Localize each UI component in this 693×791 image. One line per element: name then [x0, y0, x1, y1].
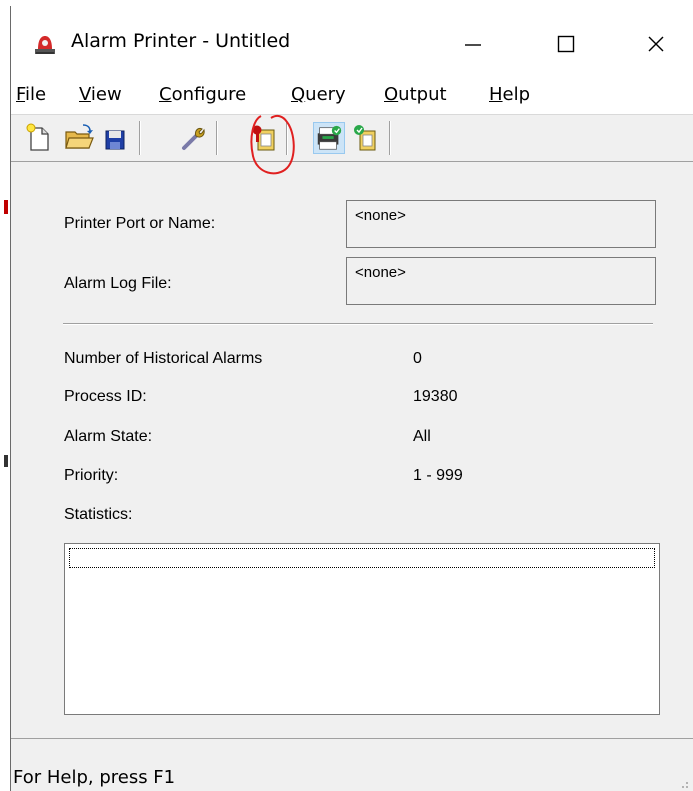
- configure-button[interactable]: [176, 122, 208, 154]
- statistics-focus-row[interactable]: [69, 548, 655, 568]
- menu-query-mnemonic: Q: [291, 84, 306, 105]
- alarm-log-label: Alarm Log File:: [64, 275, 172, 292]
- menu-configure-label: onfigure: [171, 84, 247, 105]
- toolbar-separator-highlight: [140, 121, 141, 155]
- alarm-printer-window: Alarm Printer - Untitled File View Confi…: [10, 6, 693, 791]
- background-window-edge: [4, 455, 8, 467]
- toolbar-separator-highlight: [390, 121, 391, 155]
- output-file-icon: [354, 125, 376, 151]
- toolbar: [11, 115, 693, 162]
- menu-help[interactable]: Help: [489, 84, 530, 105]
- menu-file-label: ile: [25, 84, 47, 105]
- menu-query-label: uery: [305, 84, 346, 105]
- statistics-label: Statistics:: [64, 506, 133, 523]
- menu-view-mnemonic: V: [79, 84, 91, 105]
- configure-wrench-icon: [182, 128, 205, 150]
- alarm-state-label: Alarm State:: [64, 428, 153, 445]
- menu-view-label: iew: [90, 84, 122, 105]
- menu-output[interactable]: Output: [384, 84, 447, 105]
- resize-grip-icon[interactable]: [676, 776, 690, 790]
- save-disk-icon: [105, 130, 125, 150]
- output-file-button[interactable]: [349, 122, 381, 154]
- priority-value: 1 - 999: [413, 467, 463, 484]
- historical-alarms-value: 0: [413, 350, 422, 367]
- menu-configure-mnemonic: C: [159, 84, 172, 105]
- priority-label: Priority:: [64, 467, 119, 484]
- close-icon: [648, 36, 664, 52]
- menu-output-mnemonic: O: [384, 84, 399, 105]
- save-button[interactable]: [99, 122, 131, 154]
- menu-help-mnemonic: H: [489, 84, 503, 105]
- menu-help-label: elp: [502, 84, 531, 105]
- menu-query[interactable]: Query: [291, 84, 346, 105]
- maximize-button[interactable]: [541, 24, 591, 64]
- toolbar-separator-highlight: [217, 121, 218, 155]
- minimize-button[interactable]: [448, 24, 498, 64]
- main-panel: Printer Port or Name: <none> Alarm Log F…: [11, 162, 693, 732]
- status-bar: For Help, press F1: [11, 738, 693, 791]
- alarm-state-value: All: [413, 428, 431, 445]
- output-printer-icon: [317, 125, 342, 150]
- menu-view[interactable]: View: [79, 84, 122, 105]
- menu-bar: File View Configure Query Output Help: [11, 74, 693, 115]
- menu-file[interactable]: File: [16, 84, 46, 105]
- new-button[interactable]: [23, 122, 55, 154]
- open-button[interactable]: [63, 122, 95, 154]
- historical-alarms-label: Number of Historical Alarms: [64, 350, 263, 367]
- process-id-value: 19380: [413, 388, 458, 405]
- close-button[interactable]: [631, 24, 681, 64]
- menu-configure[interactable]: Configure: [159, 84, 246, 105]
- minimize-icon: [465, 44, 481, 46]
- printer-port-field[interactable]: <none>: [346, 200, 656, 248]
- window-title: Alarm Printer - Untitled: [71, 30, 291, 52]
- maximize-icon: [557, 35, 575, 53]
- background-window-edge: [4, 200, 8, 214]
- process-id-label: Process ID:: [64, 388, 147, 405]
- printer-port-label: Printer Port or Name:: [64, 215, 216, 232]
- statistics-listbox[interactable]: [64, 543, 660, 715]
- section-divider: [63, 323, 653, 325]
- alarm-log-field[interactable]: <none>: [346, 257, 656, 305]
- status-text: For Help, press F1: [13, 767, 176, 788]
- open-folder-icon: [65, 124, 94, 149]
- menu-file-mnemonic: F: [16, 84, 26, 105]
- menu-output-label: utput: [398, 84, 447, 105]
- alarm-bell-icon: [35, 36, 55, 54]
- output-printer-button[interactable]: [313, 122, 345, 154]
- title-bar[interactable]: Alarm Printer - Untitled: [11, 6, 693, 74]
- new-file-icon: [26, 123, 49, 151]
